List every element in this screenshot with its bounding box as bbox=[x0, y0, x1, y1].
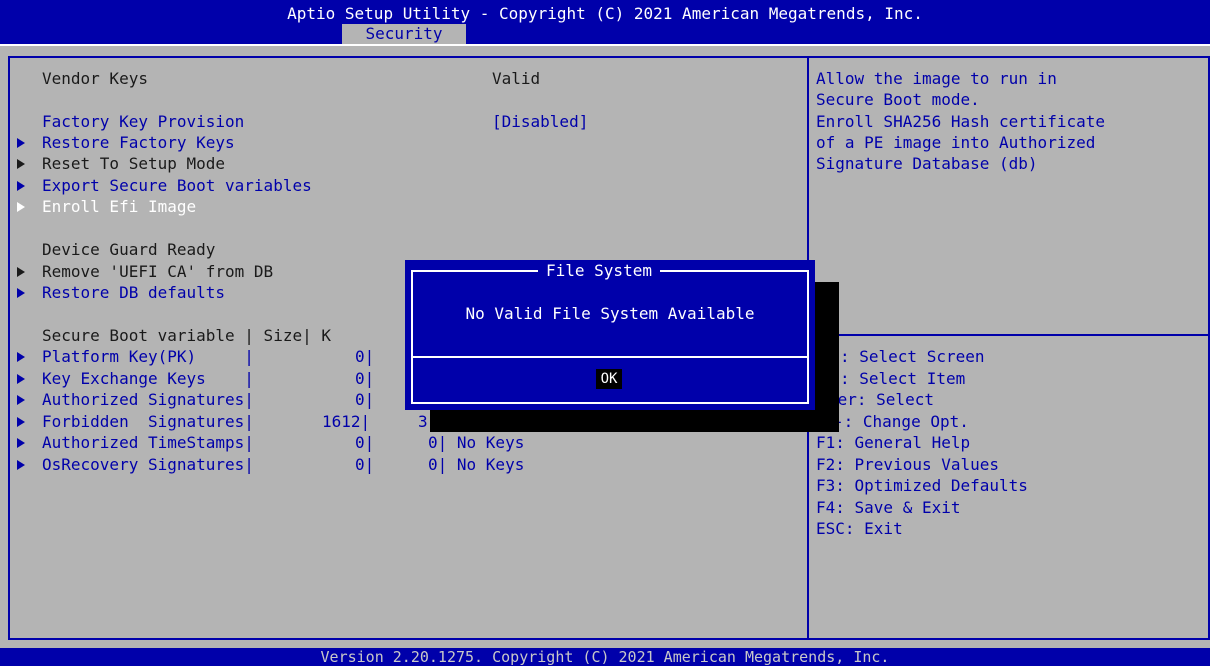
dialog-separator bbox=[413, 356, 807, 358]
reset-setup-mode-item[interactable]: Reset To Setup Mode bbox=[42, 153, 225, 174]
key-hint: F4: Save & Exit bbox=[816, 498, 961, 517]
key-hint: : Select Item bbox=[840, 369, 966, 388]
vendor-keys-label: Vendor Keys bbox=[42, 69, 148, 88]
export-secure-boot-variables-item[interactable]: Export Secure Boot variables bbox=[42, 175, 312, 196]
submenu-arrow-icon bbox=[17, 352, 25, 362]
restore-factory-keys-item[interactable]: Restore Factory Keys bbox=[42, 132, 235, 153]
submenu-arrow-icon bbox=[17, 438, 25, 448]
table-row-name[interactable]: Key Exchange Keys | bbox=[42, 368, 254, 389]
ok-button[interactable]: OK bbox=[596, 369, 622, 389]
table-row-size: 0| bbox=[355, 433, 375, 452]
table-row-name[interactable]: Authorized Signatures| bbox=[42, 389, 254, 410]
restore-db-defaults-item[interactable]: Restore DB defaults bbox=[42, 282, 225, 303]
factory-key-provision-label[interactable]: Factory Key Provision bbox=[42, 111, 244, 132]
table-row-tail: 0| No Keys bbox=[428, 433, 525, 452]
dialog-title: File System bbox=[538, 261, 660, 281]
key-hint: ESC: Exit bbox=[816, 519, 903, 538]
help-line: Secure Boot mode. bbox=[816, 90, 980, 109]
table-row-tail: 3 bbox=[418, 412, 428, 431]
help-line: Allow the image to run in bbox=[816, 69, 1057, 88]
key-hint: F1: General Help bbox=[816, 433, 971, 452]
table-row-name[interactable]: Forbidden Signatures| bbox=[42, 411, 254, 432]
version-footer: Version 2.20.1275. Copyright (C) 2021 Am… bbox=[0, 648, 1210, 666]
key-hint: F2: Previous Values bbox=[816, 455, 1000, 474]
submenu-arrow-icon bbox=[17, 267, 25, 277]
table-row-size: 0| bbox=[355, 455, 375, 474]
table-row-size: 0| bbox=[355, 347, 375, 366]
help-line: of a PE image into Authorized bbox=[816, 133, 1096, 152]
factory-key-provision-value[interactable]: [Disabled] bbox=[492, 111, 588, 132]
table-row-tail: 0| No Keys bbox=[428, 455, 525, 474]
key-hint: ter: Select bbox=[828, 390, 934, 409]
submenu-arrow-icon bbox=[17, 417, 25, 427]
table-row-name[interactable]: Authorized TimeStamps| bbox=[42, 432, 254, 453]
device-guard-ready-label: Device Guard Ready bbox=[42, 240, 216, 259]
submenu-arrow-icon bbox=[17, 288, 25, 298]
secure-boot-table-header: Secure Boot variable | Size| K bbox=[42, 326, 331, 345]
table-row-size: 0| bbox=[355, 390, 375, 409]
help-line: Signature Database (db) bbox=[816, 154, 1038, 173]
key-hint: : Select Screen bbox=[840, 347, 985, 366]
dialog-message: No Valid File System Available bbox=[465, 304, 755, 323]
submenu-arrow-icon bbox=[17, 181, 25, 191]
submenu-arrow-icon bbox=[17, 159, 25, 169]
help-line: Enroll SHA256 Hash certificate bbox=[816, 112, 1105, 131]
submenu-arrow-icon bbox=[17, 374, 25, 384]
submenu-arrow-icon bbox=[17, 202, 25, 212]
tab-security[interactable]: Security bbox=[342, 24, 466, 44]
submenu-arrow-icon bbox=[17, 395, 25, 405]
table-row-size: 1612| bbox=[322, 412, 371, 431]
key-hint: -: Change Opt. bbox=[834, 412, 969, 431]
submenu-arrow-icon bbox=[17, 138, 25, 148]
vendor-keys-value: Valid bbox=[492, 69, 541, 88]
enroll-efi-image-item[interactable]: Enroll Efi Image bbox=[42, 196, 196, 217]
key-hint: F3: Optimized Defaults bbox=[816, 476, 1028, 495]
app-title: Aptio Setup Utility - Copyright (C) 2021… bbox=[287, 4, 923, 23]
help-divider bbox=[809, 334, 1208, 336]
dialog-shadow bbox=[430, 410, 839, 432]
table-row-size: 0| bbox=[355, 369, 375, 388]
table-row-name[interactable]: OsRecovery Signatures| bbox=[42, 454, 254, 475]
title-bar: Aptio Setup Utility - Copyright (C) 2021… bbox=[0, 0, 1210, 46]
table-row-name[interactable]: Platform Key(PK) | bbox=[42, 346, 254, 367]
submenu-arrow-icon bbox=[17, 460, 25, 470]
remove-uefi-ca-item[interactable]: Remove 'UEFI CA' from DB bbox=[42, 261, 273, 282]
